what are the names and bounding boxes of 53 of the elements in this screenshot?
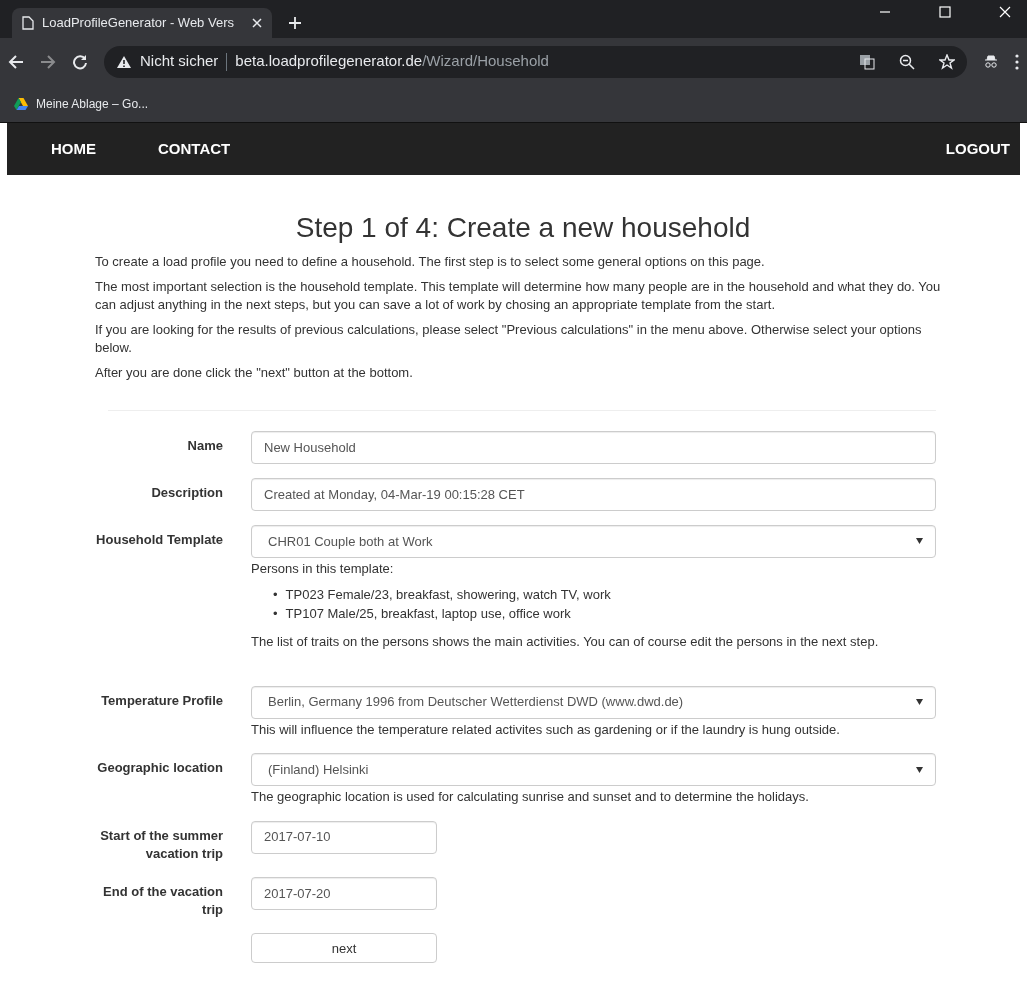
nav-link[interactable]: CONTACT <box>158 137 231 161</box>
intro-paragraph: After you are done click the "next" button at the bottom. <box>95 364 414 382</box>
date-field[interactable]: 2017-07-10 <box>251 820 437 854</box>
help-text: This will influence the temperature related activites such as gardening or if the laundry is hung outside. <box>251 720 841 739</box>
help-text: The geographic location is used for calculating sunrise and sunset and to determine the holidays. <box>251 788 810 807</box>
field-label: Temperature Profile <box>100 691 223 710</box>
page-icon <box>22 16 34 30</box>
caret-icon <box>916 699 923 706</box>
note-text: The list of traits on the persons shows the main activities. You can of course edit the persons in the next step. <box>251 633 880 652</box>
field-label: End of the vacation trip <box>102 882 223 920</box>
date-field[interactable]: 2017-07-20 <box>251 876 437 910</box>
field-label: Household Template <box>95 530 223 549</box>
field-label: Geographic location <box>96 759 223 778</box>
help-text: Persons in this template: <box>251 559 395 578</box>
input-field[interactable]: New Household <box>251 430 936 464</box>
new-tab-icon[interactable] <box>288 16 302 30</box>
select-field[interactable]: CHR01 Couple both at Work <box>251 524 936 558</box>
bullet-mark: • <box>273 605 278 624</box>
intro-paragraph: If you are looking for the results of previous calculations, please select "Previous calculations" in the menu above. Otherwise select your options below. <box>95 321 923 357</box>
person-item: TP107 Male/25, breakfast, laptop use, office work <box>285 605 571 624</box>
forward-icon[interactable] <box>40 53 56 70</box>
browser-tab[interactable]: LoadProfileGenerator - Web Vers <box>12 8 272 38</box>
nav-link[interactable]: HOME <box>51 137 96 161</box>
nav-link[interactable]: LOGOUT <box>945 137 1010 161</box>
url-text: beta.loadprofilegenerator.de/Wizard/Household <box>235 51 549 72</box>
person-item: TP023 Female/23, breakfast, showering, watch TV, work <box>285 586 611 605</box>
caret-icon <box>916 538 923 545</box>
field-label: Name <box>186 436 223 455</box>
caret-icon <box>916 766 923 773</box>
reload-icon[interactable] <box>72 53 88 70</box>
intro-paragraph: The most important selection is the household template. This template will determine how many people are in the household and what they do. You can adjust anything in the next steps, but you can save a lot of work by chosing an appropriate template from the start. <box>95 278 942 314</box>
select-field[interactable]: Berlin, Germany 1996 from Deutscher Wetterdienst DWD (www.dwd.de) <box>251 685 936 719</box>
next-button[interactable]: next <box>251 933 437 964</box>
warning-icon <box>116 54 132 69</box>
close-icon[interactable] <box>252 18 262 28</box>
bullet-mark: • <box>273 586 278 605</box>
star-icon[interactable] <box>939 53 955 70</box>
field-label: Description <box>150 483 223 502</box>
maximize-icon[interactable] <box>939 6 951 18</box>
back-icon[interactable] <box>8 53 24 70</box>
bookmark-link[interactable]: Meine Ablage – Go... <box>14 94 149 113</box>
field-label: Start of the summer vacation trip <box>99 826 223 863</box>
translate-icon[interactable] <box>859 53 875 70</box>
page-title: Step 1 of 4: Create a new household <box>294 211 752 245</box>
menu-icon[interactable] <box>1015 53 1019 70</box>
zoom-icon[interactable] <box>899 53 915 70</box>
intro-paragraph: To create a load profile you need to define a household. The first step is to select some general options on this page. <box>95 252 766 271</box>
incognito-icon[interactable] <box>983 53 999 70</box>
address-bar[interactable]: Nicht sicher beta.loadprofilegenerator.de/Wizard/Household <box>104 45 967 78</box>
drive-icon <box>14 97 28 110</box>
input-field[interactable]: Created at Monday, 04-Mar-19 00:15:28 CET <box>251 477 936 511</box>
security-label: Nicht sicher <box>140 51 219 72</box>
select-field[interactable]: (Finland) Helsinki <box>251 753 936 787</box>
